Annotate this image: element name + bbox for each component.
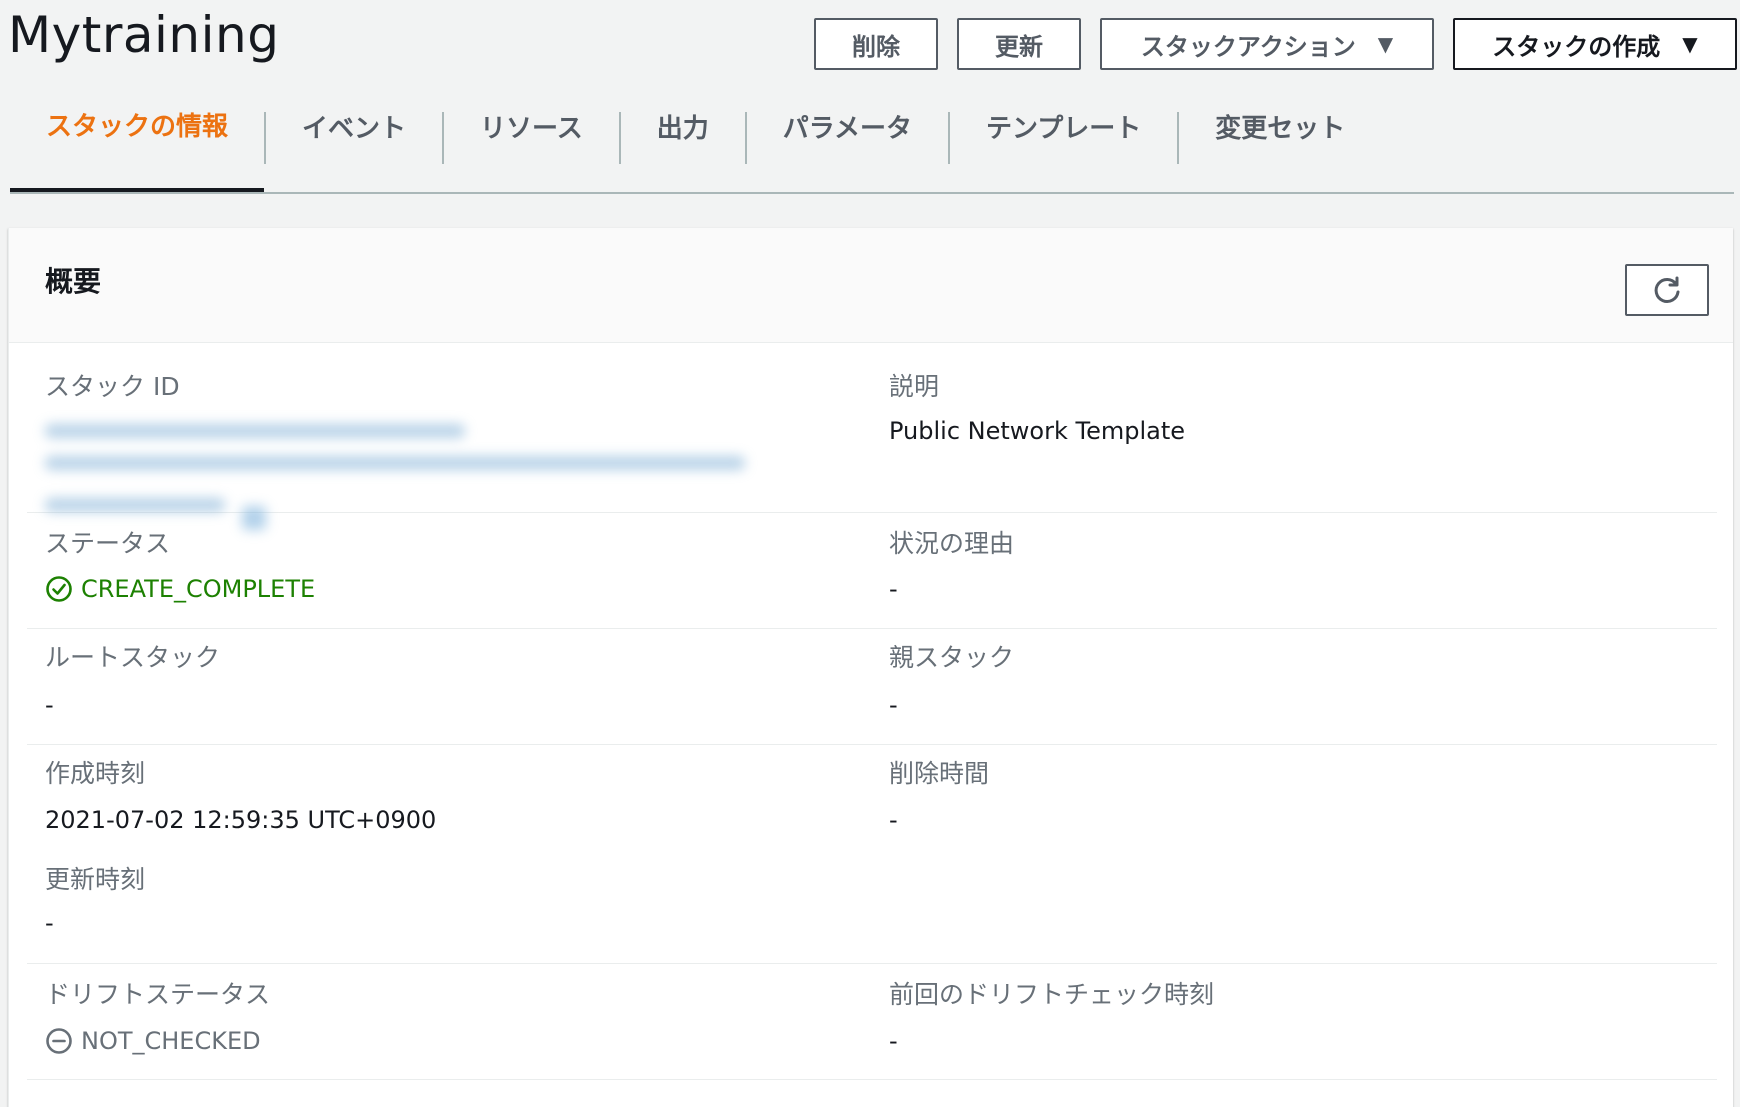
tab-bar: スタックの情報 イベント リソース 出力 パラメータ テンプレート 変更セット [10,108,1734,194]
delete-button[interactable]: 削除 [814,18,938,70]
root-stack-label: ルートスタック [45,643,221,672]
tab-change-sets[interactable]: 変更セット [1179,108,1381,192]
check-circle-icon [46,576,72,602]
drift-status-text: NOT_CHECKED [81,1027,261,1055]
tab-label: パラメータ [782,113,912,144]
caret-down-icon: ▼ [1377,32,1394,56]
last-drift-check-value: - [889,1027,898,1055]
last-drift-check-label: 前回のドリフトチェック時刻 [889,980,1215,1009]
update-button-label: 更新 [995,32,1043,61]
updated-time-label: 更新時刻 [45,865,146,894]
stack-actions-dropdown[interactable]: スタックアクション ▼ [1100,18,1434,70]
create-stack-label: スタックの作成 [1492,32,1661,61]
overview-rows: スタック ID 説明 Public Network Template ステータス… [27,342,1717,1080]
overview-panel: 概要 スタック ID 説明 Public Network Template ステ… [8,228,1733,1107]
stack-details-page: Mytraining 削除 更新 スタックアクション ▼ スタックの作成 ▼ ス… [0,0,1740,1107]
tab-outputs[interactable]: 出力 [621,108,745,192]
drift-status-value: NOT_CHECKED [45,1026,261,1056]
description-label: 説明 [889,372,940,401]
action-bar: 削除 更新 スタックアクション ▼ スタックの作成 ▼ [814,18,1737,70]
deleted-time-value: - [889,806,898,834]
delete-button-label: 削除 [852,32,900,61]
tab-label: テンプレート [985,113,1142,144]
drift-status-label: ドリフトステータス [45,980,271,1009]
created-time-value: 2021-07-02 12:59:35 UTC+0900 [45,806,437,834]
tab-template[interactable]: テンプレート [950,108,1177,192]
panel-title: 概要 [45,265,102,298]
root-stack-value: - [45,691,54,719]
parent-stack-value: - [889,691,898,719]
status-reason-value: - [889,575,898,603]
overview-row: ドリフトステータス NOT_CHECKED 前回のドリフトチェック時刻 - [27,964,1717,1080]
overview-row: ルートスタック - 親スタック - [27,629,1717,745]
parent-stack-label: 親スタック [889,643,1015,672]
overview-row: スタック ID 説明 Public Network Template [27,342,1717,530]
refresh-icon [1654,276,1680,303]
tab-parameters[interactable]: パラメータ [747,108,948,192]
created-time-label: 作成時刻 [45,759,146,788]
tab-label: スタックの情報 [46,111,229,142]
overview-row: 作成時刻 2021-07-02 12:59:35 UTC+0900 更新時刻 -… [27,745,1717,964]
update-button[interactable]: 更新 [957,18,1081,70]
overview-panel-header: 概要 [9,228,1733,343]
updated-time-value: - [45,909,54,937]
tab-label: 出力 [656,113,709,144]
refresh-button[interactable] [1625,264,1709,316]
status-text: CREATE_COMPLETE [81,575,316,603]
tab-label: 変更セット [1215,113,1346,144]
deleted-time-label: 削除時間 [889,759,990,788]
caret-down-icon: ▼ [1682,32,1698,56]
overview-row: ステータス CREATE_COMPLETE 状況の理由 - [27,513,1717,629]
tab-stack-info[interactable]: スタックの情報 [10,108,265,192]
tab-events[interactable]: イベント [266,108,442,192]
stack-id-label: スタック ID [45,372,180,401]
status-reason-label: 状況の理由 [889,529,1015,558]
status-value: CREATE_COMPLETE [45,574,315,604]
status-label: ステータス [45,529,171,558]
create-stack-dropdown[interactable]: スタックの作成 ▼ [1453,18,1737,70]
stack-actions-label: スタックアクション [1140,32,1356,61]
page-title: Mytraining [8,6,280,64]
description-value: Public Network Template [889,417,1186,445]
tab-label: イベント [302,113,407,144]
minus-circle-icon [46,1028,72,1054]
tab-label: リソース [480,113,583,144]
tab-resources[interactable]: リソース [444,108,619,192]
